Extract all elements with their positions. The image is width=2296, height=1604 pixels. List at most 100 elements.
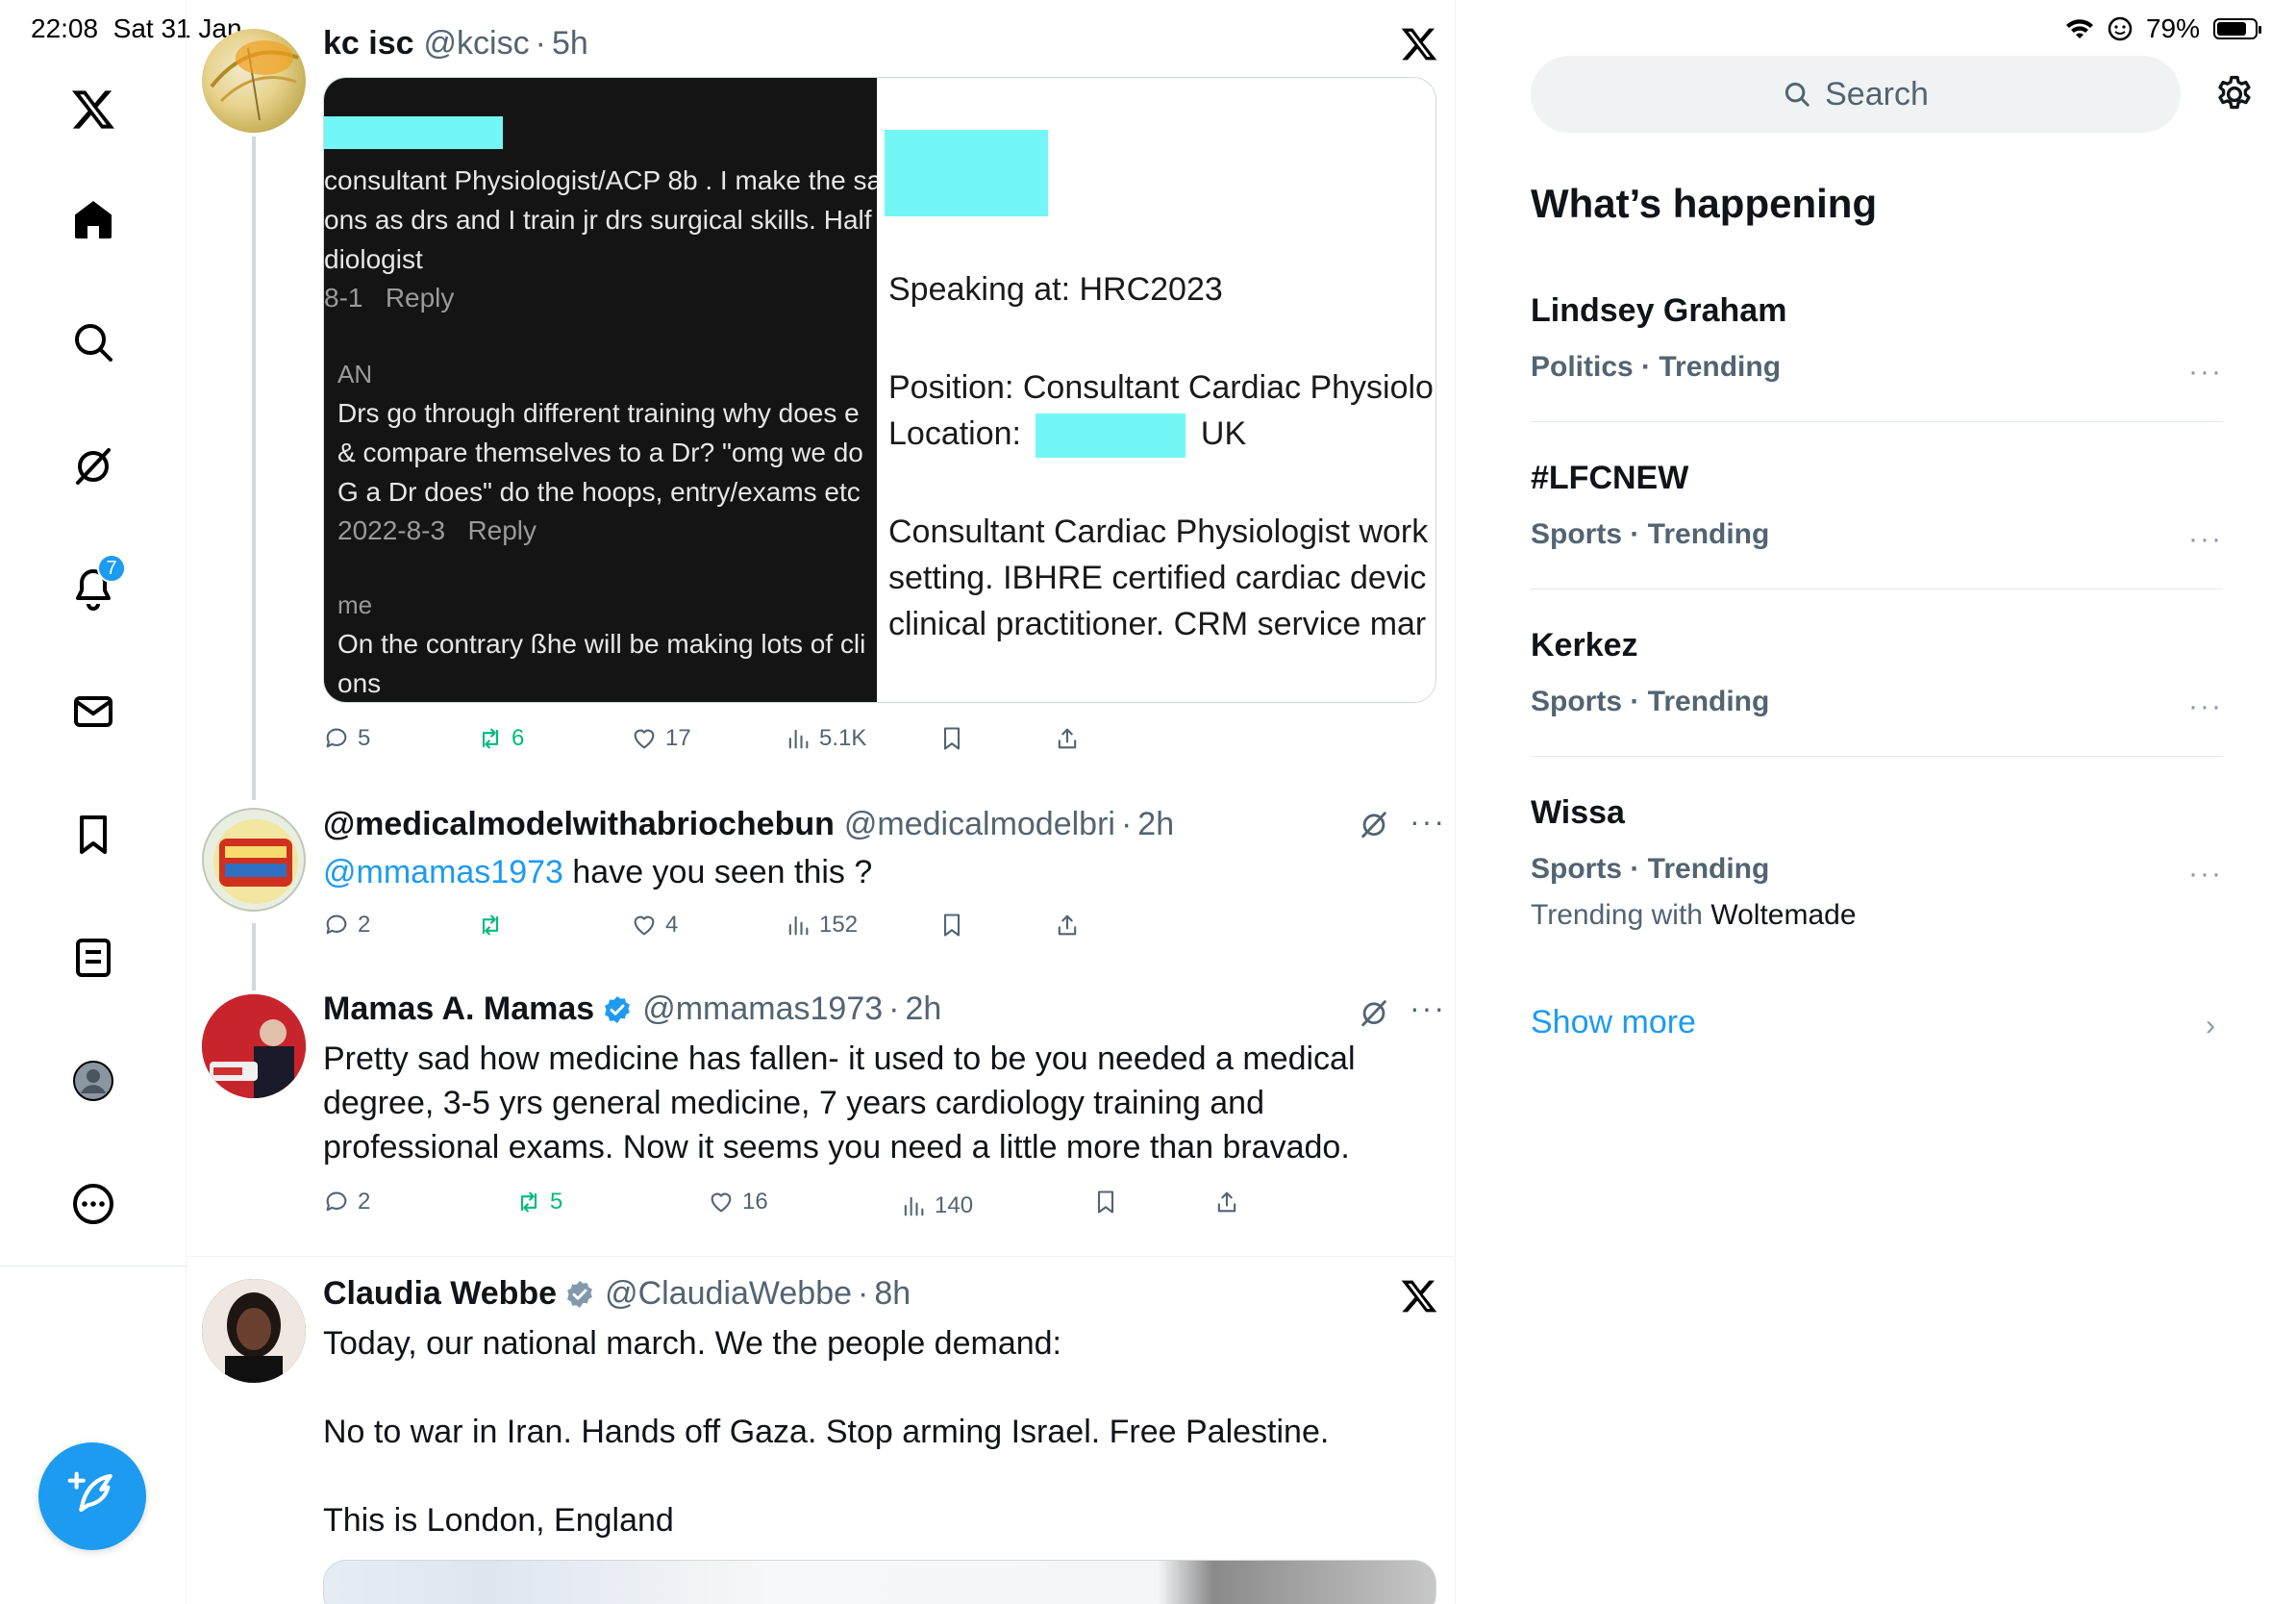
share-icon [1058,728,1077,749]
bookmark-button[interactable] [938,906,965,944]
views-chart-icon [904,1196,924,1216]
search-icon[interactable] [64,313,122,371]
timestamp[interactable]: 2h [1137,806,1174,843]
reply-icon [326,728,347,748]
views-button[interactable]: 140 [900,1187,973,1225]
views-button[interactable]: 5.1K [785,719,866,758]
author-name[interactable]: @medicalmodelwithabriochebun [323,806,835,843]
author-name[interactable]: Mamas A. Mamas [323,990,594,1028]
more-options-icon[interactable] [64,1175,122,1233]
settings-gear-icon[interactable] [2213,73,2256,115]
timestamp[interactable]: 2h [905,990,941,1028]
media-text-line: On the contrary ßhe will be making lots … [337,629,866,659]
redaction-box [324,116,503,149]
search-input[interactable]: Search [1531,56,2181,133]
reply-button[interactable]: 5 [323,719,370,758]
trend-item[interactable]: #LFCNEW Sports · Trending ··· [1531,460,2223,555]
media-screenshot-comments: consultant Physiologist/ACP 8b . I make … [324,78,877,702]
heart-icon [711,1192,732,1213]
tweet-actions: 5 6 17 5.1K [323,719,1436,758]
media-text-line: Consultant Cardiac Physiologist work [888,514,1429,550]
bookmark-button[interactable] [1092,1183,1119,1221]
tweet-text: Today, our national march. We the people… [323,1325,1330,1539]
bookmarks-icon[interactable] [64,806,122,864]
trend-item[interactable]: Wissa Sports · Trending Trending with Wo… [1531,794,2223,932]
verified-badge-icon [605,995,631,1023]
messages-envelope-icon[interactable] [64,683,122,740]
battery-icon [2213,18,2261,39]
author-handle[interactable]: @kcisc [424,25,530,63]
share-button[interactable] [1054,906,1081,944]
reply-button[interactable]: 2 [323,906,370,944]
heart-icon [634,915,655,936]
trend-category: Politics · Trending [1531,351,1782,383]
repost-button[interactable] [477,906,512,944]
views-button[interactable]: 152 [785,906,858,944]
grok-icon[interactable] [64,437,122,494]
grok-explain-icon[interactable] [1358,996,1390,1029]
repost-button[interactable]: 5 [515,1183,562,1221]
mention-link[interactable]: @mmamas1973 [323,854,563,890]
show-more-link[interactable]: Show more [1531,1004,1696,1041]
thread-connector [252,137,256,800]
more-options-icon[interactable]: ··· [1410,990,1446,1026]
avatar[interactable] [202,808,306,912]
timestamp[interactable]: 5h [552,25,588,63]
bookmark-button[interactable] [938,719,965,758]
bookmark-icon [1097,1190,1114,1214]
separator: · [888,990,900,1027]
more-options-icon[interactable]: ··· [2188,523,2223,556]
separator: · [535,25,546,62]
author-handle[interactable]: @mmamas1973 [642,990,883,1028]
verified-badge-icon [567,1280,593,1308]
author-name[interactable]: Claudia Webbe [323,1275,557,1313]
author-handle[interactable]: @medicalmodelbri [844,806,1115,843]
tweet-divider [187,1256,1455,1257]
trend-item[interactable]: Lindsey Graham Politics · Trending ··· [1531,292,2223,388]
trend-title: Kerkez [1531,627,1638,664]
views-chart-icon [788,915,809,936]
tweet-media-image[interactable] [323,1560,1436,1604]
lists-icon[interactable] [64,929,122,987]
compose-feather-icon [67,1471,112,1513]
heart-icon [634,729,655,749]
x-logo-icon[interactable] [64,81,122,138]
media-text-line: Position: Consultant Cardiac Physiolo [888,369,1434,406]
like-button[interactable]: 16 [708,1183,768,1221]
repost-icon [482,728,499,749]
views-chart-icon [788,729,809,749]
more-options-icon[interactable]: ··· [2188,858,2223,890]
trend-category: Sports · Trending [1531,518,1770,550]
status-icons: 79% [2065,13,2261,44]
tweet-actions: 2 4 152 [323,906,1436,944]
compose-post-button[interactable] [38,1442,146,1550]
author-handle[interactable]: @ClaudiaWebbe [605,1275,852,1313]
timeline[interactable]: kc isc @kcisc · 5h consultant Physiologi… [187,0,1456,1604]
trend-category: Sports · Trending [1531,686,1770,717]
home-icon[interactable] [64,190,122,248]
trend-item[interactable]: Kerkez Sports · Trending ··· [1531,627,2223,722]
grok-explain-icon[interactable] [1358,808,1390,840]
author-name[interactable]: kc isc [323,25,414,63]
timestamp[interactable]: 8h [874,1275,911,1313]
reply-icon [326,915,347,935]
avatar[interactable] [202,1279,306,1383]
notifications-bell-icon[interactable]: 7 [64,554,126,617]
share-button[interactable] [1213,1183,1240,1221]
trend-title: Lindsey Graham [1531,292,1787,329]
share-button[interactable] [1054,719,1081,758]
more-options-icon[interactable]: ··· [1410,804,1446,840]
avatar[interactable] [202,994,306,1098]
more-options-icon[interactable]: ··· [2188,356,2223,388]
more-options-icon[interactable]: ··· [2188,690,2223,723]
media-text-line: setting. IBHRE certified cardiac devic [888,560,1427,596]
tweet-text: Pretty sad how medicine has fallen- it u… [323,1040,1356,1165]
like-button[interactable]: 4 [631,906,678,944]
reply-button[interactable]: 2 [323,1183,370,1221]
tweet-media-image[interactable]: consultant Physiologist/ACP 8b . I make … [323,77,1436,703]
like-button[interactable]: 17 [631,719,691,758]
avatar[interactable] [202,29,306,133]
repost-button[interactable]: 6 [477,719,524,758]
media-reply-row: 8-1 Reply [324,283,455,313]
profile-avatar-icon[interactable] [64,1052,122,1110]
